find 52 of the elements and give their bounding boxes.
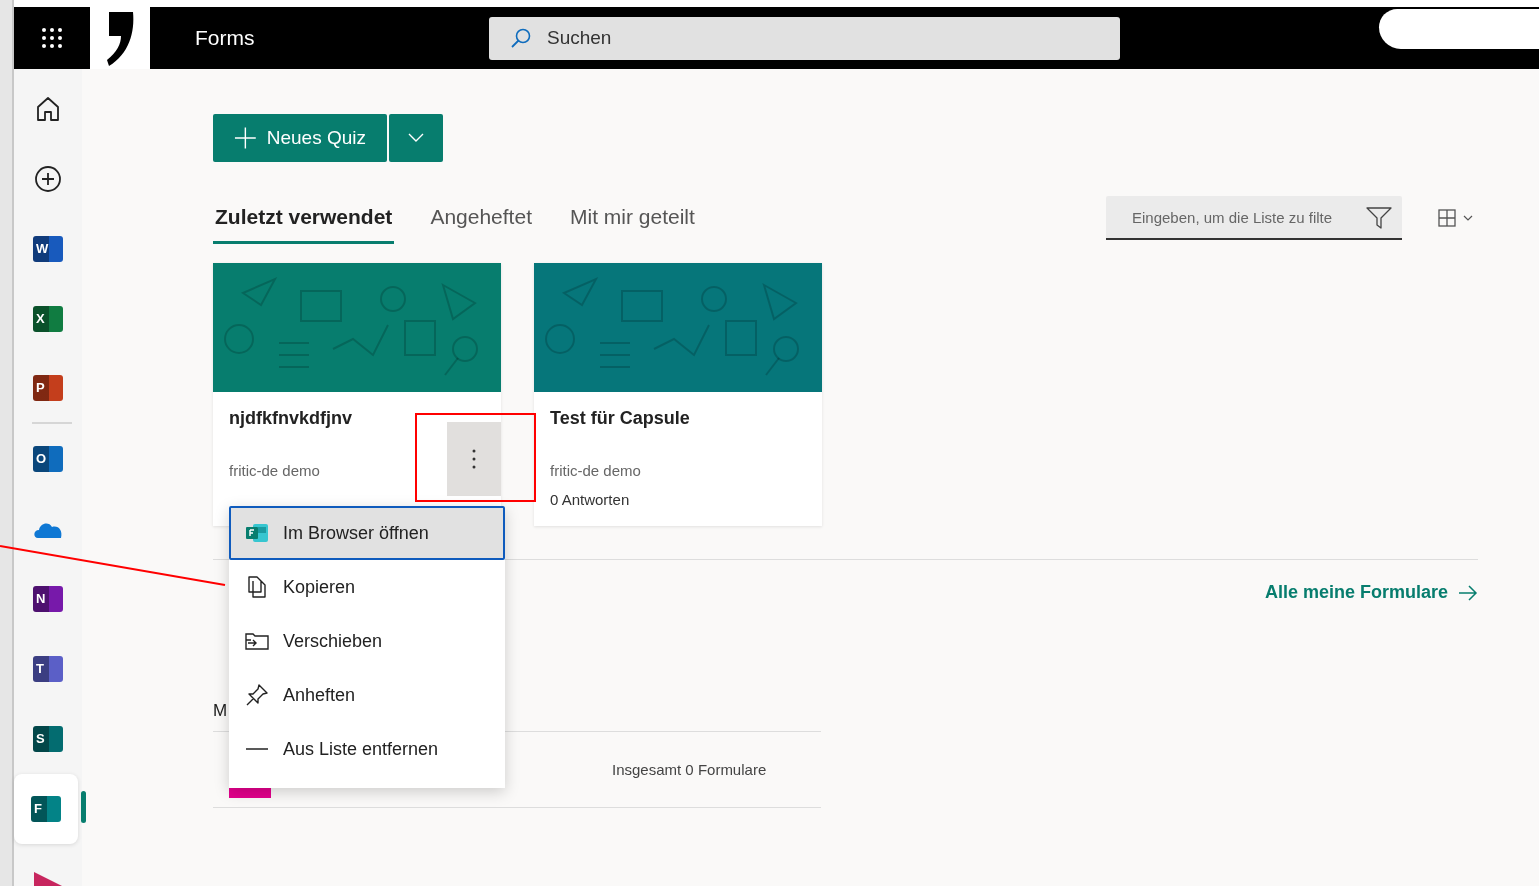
app-icon: N	[33, 586, 63, 612]
form-card[interactable]: njdfkfnvkdfjnv fritic-de demo	[213, 263, 501, 526]
form-card[interactable]: Test für Capsule fritic-de demo 0 Antworten	[534, 263, 822, 526]
move-folder-icon	[245, 631, 269, 651]
tab[interactable]: Mit mir geteilt	[567, 192, 697, 244]
card-title: Test für Capsule	[550, 408, 691, 429]
app-icon: W	[33, 236, 63, 262]
menu-item[interactable]: Verschieben	[229, 614, 505, 668]
card-title: njdfkfnvkdfjnv	[229, 408, 353, 429]
menu-item[interactable]: Kopieren	[229, 560, 505, 614]
app-icon	[245, 523, 269, 543]
active-indicator	[81, 791, 86, 823]
rail-item[interactable]: O	[14, 424, 82, 494]
form-count: Insgesamt 0 Formulare	[612, 761, 767, 778]
plus-icon	[234, 126, 257, 150]
rail-item[interactable]: N	[14, 564, 82, 634]
minus-icon	[245, 747, 269, 751]
rail-item[interactable]: X	[14, 284, 82, 354]
card-owner: fritic-de demo	[229, 462, 321, 479]
menu-item[interactable]: Anheften	[229, 668, 505, 722]
copy-icon	[245, 575, 269, 599]
tab[interactable]: Angeheftet	[428, 192, 534, 244]
app-title: Forms	[195, 26, 256, 50]
waffle-icon	[41, 27, 63, 49]
rail-item[interactable]: S	[14, 704, 82, 774]
plus-circle-icon	[34, 165, 62, 193]
filter-field[interactable]: Eingeben, um die Liste zu filte	[1106, 196, 1402, 240]
app-icon: T	[33, 656, 63, 682]
menu-item[interactable]: Im Browser öffnen	[229, 506, 505, 560]
rail-item[interactable]: W	[14, 214, 82, 284]
search-field[interactable]: Suchen	[489, 16, 1120, 60]
arrow-right-icon	[1458, 584, 1478, 601]
app-icon: P	[33, 375, 63, 401]
pin-icon	[245, 683, 269, 707]
rail-item[interactable]: T	[14, 634, 82, 704]
app-icon: X	[33, 306, 63, 332]
rail-item[interactable]: P	[14, 354, 82, 422]
all-forms-link[interactable]: Alle meine Formulare	[1264, 582, 1478, 603]
app-icon: F	[31, 796, 61, 822]
card-owner: fritic-de demo	[550, 462, 642, 479]
chevron-down-icon	[408, 133, 424, 143]
app-icon: O	[33, 446, 63, 472]
tab[interactable]: Zuletzt verwendet	[213, 192, 395, 244]
menu-item[interactable]: Aus Liste entfernen	[229, 722, 505, 776]
section-heading: M	[213, 701, 227, 722]
filter-icon	[1366, 207, 1392, 229]
new-quiz-button[interactable]: Neues Quiz	[213, 114, 387, 162]
home-icon	[34, 95, 62, 123]
response-count: 0 Antworten	[550, 491, 631, 508]
triangle-icon	[32, 872, 64, 886]
app-icon: S	[33, 726, 63, 752]
more-icon	[472, 449, 476, 469]
